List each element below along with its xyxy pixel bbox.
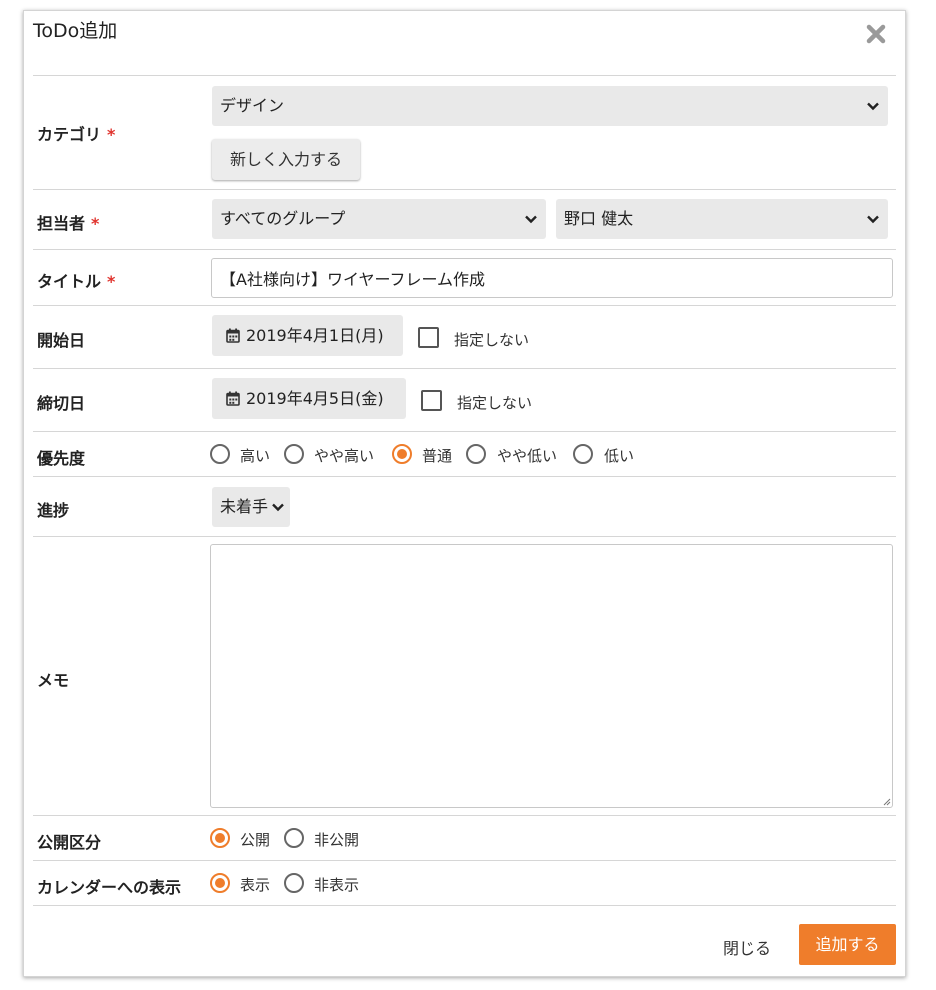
dialog-title: ToDo追加 [33,20,118,42]
divider [33,431,896,432]
start-date-value: 2019年4月1日(月) [246,326,384,345]
priority-radio-somewhat-low[interactable] [466,444,486,464]
close-button[interactable]: 閉じる [723,935,771,959]
calendar-icon [226,328,240,343]
category-select[interactable]: デザイン [212,86,888,126]
calendar-display-label: カレンダーへの表示 [37,878,182,897]
calendar-display-radio-show[interactable] [210,873,230,893]
calendar-display-option-label: 非表示 [314,876,360,894]
visibility-radio-private[interactable] [284,828,304,848]
category-label: カテゴリ * [37,125,116,144]
chevron-down-icon [867,215,879,224]
calendar-display-option-label: 表示 [240,876,271,894]
divider [33,536,896,537]
priority-option-label: やや低い [497,447,558,465]
memo-label: メモ [37,671,70,690]
divider [33,189,896,190]
start-date-unspecified-checkbox[interactable] [418,327,439,348]
assignee-select[interactable]: 野口 健太 [556,199,888,239]
priority-radio-high[interactable] [210,444,230,464]
add-button[interactable]: 追加する [799,924,896,965]
divider [33,75,896,76]
due-date-unspecified-label: 指定しない [457,394,533,412]
priority-radio-normal[interactable] [392,444,412,464]
title-input[interactable] [211,258,893,298]
group-select[interactable]: すべてのグループ [212,199,546,239]
divider [33,368,896,369]
required-mark: * [91,214,100,233]
priority-option-label: 低い [604,447,635,465]
due-date-picker[interactable]: 2019年4月5日(金) [212,378,406,419]
divider [33,249,896,250]
divider [33,815,896,816]
priority-radio-low[interactable] [573,444,593,464]
progress-selected-value: 未着手 [220,497,269,516]
start-date-unspecified-label: 指定しない [454,331,530,349]
progress-select[interactable]: 未着手 [212,487,290,527]
divider [33,905,896,906]
resize-grip-icon[interactable] [881,796,891,806]
priority-option-label: やや高い [314,447,375,465]
priority-option-label: 高い [240,447,271,465]
chevron-down-icon [867,102,879,111]
assignee-selected-value: 野口 健太 [564,209,634,228]
divider [33,860,896,861]
visibility-option-label: 非公開 [314,831,360,849]
group-selected-value: すべてのグループ [220,209,346,228]
visibility-option-label: 公開 [240,831,271,849]
title-label: タイトル * [37,272,116,291]
divider [33,305,896,306]
new-category-button[interactable]: 新しく入力する [212,139,360,180]
calendar-icon [226,391,240,406]
divider [33,476,896,477]
priority-radio-somewhat-high[interactable] [284,444,304,464]
chevron-down-icon [525,215,537,224]
progress-label: 進捗 [37,501,70,520]
calendar-display-radio-hide[interactable] [284,873,304,893]
start-date-picker[interactable]: 2019年4月1日(月) [212,315,403,356]
start-date-label: 開始日 [37,331,86,350]
todo-add-dialog: ToDo追加 カテゴリ * デザイン 新しく入力する 担当者 * すべてのグループ … [23,10,906,977]
due-date-unspecified-checkbox[interactable] [421,390,442,411]
priority-option-label: 普通 [422,447,453,465]
memo-textarea[interactable] [210,544,893,808]
due-date-label: 締切日 [37,394,86,413]
chevron-down-icon [272,503,284,512]
close-icon[interactable] [865,23,887,45]
assignee-label: 担当者 * [37,214,100,233]
category-selected-value: デザイン [220,96,285,115]
priority-label: 優先度 [37,449,86,468]
due-date-value: 2019年4月5日(金) [246,389,384,408]
visibility-radio-public[interactable] [210,828,230,848]
required-mark: * [107,272,116,291]
visibility-label: 公開区分 [37,833,102,852]
required-mark: * [107,125,116,144]
